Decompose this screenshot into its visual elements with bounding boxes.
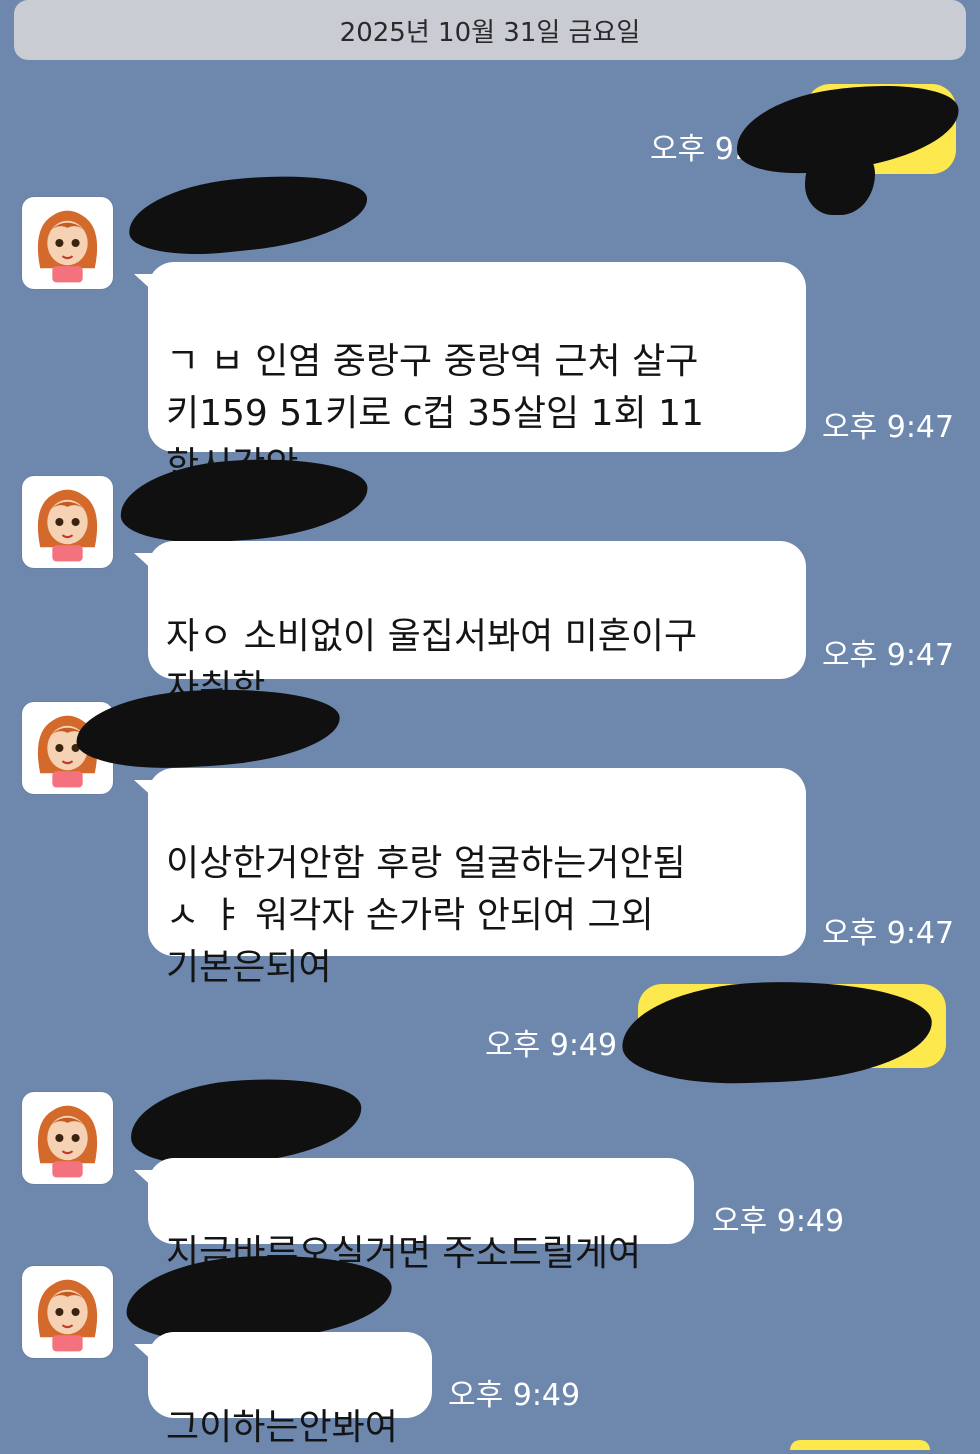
message-timestamp: 오후 9:47 xyxy=(822,638,955,673)
message-timestamp: 오후 9:47 xyxy=(822,916,955,951)
girl-avatar-icon xyxy=(37,489,98,562)
date-divider: 2025년 10월 31일 금요일 xyxy=(14,0,966,60)
redaction-mark xyxy=(124,165,372,263)
redaction-mark xyxy=(805,140,875,215)
sent-bubble-partial[interactable] xyxy=(790,1440,930,1450)
redaction-mark xyxy=(126,1070,366,1172)
redaction-mark xyxy=(117,451,371,549)
sent-timestamp: 오후 9:49 xyxy=(485,1028,618,1063)
girl-avatar-icon xyxy=(37,210,98,283)
message-bubble[interactable]: 자ㅇ 소비없이 울집서봐여 미혼이구 자취함 xyxy=(134,541,806,709)
message-text: 이상한거안함 후랑 얼굴하는거안됨 ㅅ ㅑ 워각자 손가락 안되여 그외 기본은… xyxy=(166,843,686,988)
sent-timestamp: 오후 9: xyxy=(650,132,744,167)
redaction-mark xyxy=(74,683,342,773)
avatar[interactable] xyxy=(22,1092,113,1184)
message-bubble[interactable]: ㄱ ㅂ 인염 중랑구 중랑역 근처 살구 키159 51키로 c컵 35살임 1… xyxy=(134,262,806,486)
date-label: 2025년 10월 31일 금요일 xyxy=(339,17,641,48)
message-timestamp: 오후 9:49 xyxy=(448,1378,581,1413)
message-bubble[interactable]: 지금바루오실거면 주소드릴게여 xyxy=(134,1158,694,1274)
message-text: 그이하는안봐여 xyxy=(166,1407,398,1448)
message-timestamp: 오후 9:47 xyxy=(822,410,955,445)
message-timestamp: 오후 9:49 xyxy=(712,1204,845,1239)
message-bubble[interactable]: 그이하는안봐여 xyxy=(134,1332,432,1448)
girl-avatar-icon xyxy=(37,1105,98,1178)
message-bubble[interactable]: 이상한거안함 후랑 얼굴하는거안됨 ㅅ ㅑ 워각자 손가락 안되여 그외 기본은… xyxy=(134,768,806,988)
avatar[interactable] xyxy=(22,1266,113,1358)
girl-avatar-icon xyxy=(37,1279,98,1352)
avatar[interactable] xyxy=(22,197,113,289)
avatar[interactable] xyxy=(22,476,113,568)
